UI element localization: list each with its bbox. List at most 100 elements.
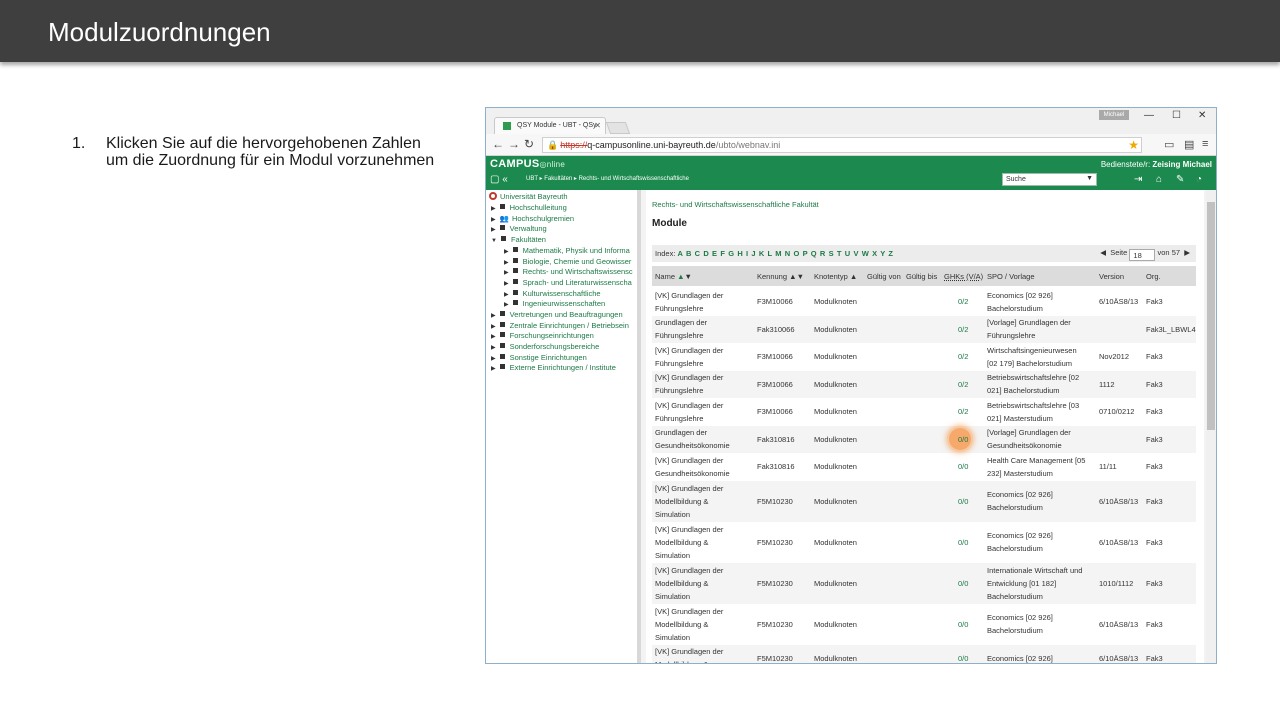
module-name-line[interactable]: [VK] Grundlagen der <box>655 454 723 467</box>
tree-item[interactable]: ▶ Zentrale Einrichtungen / Betriebsein <box>491 321 629 330</box>
expand-icon[interactable]: ▶ <box>491 345 496 351</box>
module-name-line[interactable]: Modellbildung & <box>655 658 708 663</box>
tree-item[interactable]: ▶ Vertretungen und Beauftragungen <box>491 310 623 319</box>
bookmarks-icon[interactable]: ▤ <box>1184 138 1194 151</box>
col-kennung[interactable]: Kennung ▲▼ <box>757 272 804 281</box>
profile-badge[interactable]: Michael <box>1099 110 1129 120</box>
ghk-link[interactable]: 0/0 <box>958 433 968 446</box>
tree-item[interactable]: ▶ Sprach- und Literaturwissenscha <box>504 278 632 287</box>
tree-item[interactable]: ▼ Fakultäten <box>491 235 546 244</box>
module-name-line[interactable]: Modellbildung & <box>655 536 708 549</box>
bookmark-star-icon[interactable]: ★ <box>1128 138 1139 152</box>
col-ghks[interactable]: GHKs (V/A) <box>944 272 983 281</box>
module-name-line[interactable]: Führungslehre <box>655 302 703 315</box>
forward-icon[interactable]: → <box>508 137 520 151</box>
tree-item[interactable]: ▶ Hochschulleitung <box>491 203 567 212</box>
dashboard-icon[interactable]: ◔ <box>1196 174 1202 185</box>
ghk-link[interactable]: 0/2 <box>958 323 968 336</box>
menu-icon[interactable]: ≡ <box>1202 138 1208 150</box>
module-name-line[interactable]: Gesundheitsökonomie <box>655 439 730 452</box>
prev-page-icon[interactable]: ◀ <box>1100 248 1106 257</box>
edit-icon[interactable]: ✎ <box>1176 174 1184 185</box>
maximize-icon[interactable]: ☐ <box>1172 110 1181 121</box>
module-name-line[interactable]: Führungslehre <box>655 329 703 342</box>
tree-item[interactable]: ▶ 👥 Hochschulgremien <box>491 214 574 223</box>
back-icon[interactable]: ← <box>492 137 504 151</box>
ghk-link[interactable]: 0/2 <box>958 295 968 308</box>
square-icon[interactable]: ▢ <box>490 174 499 185</box>
module-name-line[interactable]: Grundlagen der <box>655 426 707 439</box>
col-gueltig-von[interactable]: Gültig von <box>867 272 901 281</box>
expand-icon[interactable]: ▶ <box>491 324 496 330</box>
ghk-link[interactable]: 0/0 <box>958 577 968 590</box>
tree-item[interactable]: ▶ Verwaltung <box>491 224 547 233</box>
col-org[interactable]: Org. <box>1146 272 1161 281</box>
tree-item[interactable]: ▶ Mathematik, Physik und Informa <box>504 246 630 255</box>
minimize-icon[interactable]: — <box>1144 110 1154 121</box>
expand-icon[interactable]: ▶ <box>504 270 509 276</box>
vertical-scrollbar[interactable] <box>1206 190 1216 663</box>
expand-icon[interactable]: ▶ <box>491 217 496 223</box>
module-name-line[interactable]: Führungslehre <box>655 357 703 370</box>
col-knotentyp[interactable]: Knotentyp ▲ <box>814 272 857 281</box>
sort-asc-icon[interactable]: ▲ <box>677 272 684 281</box>
expand-icon[interactable]: ▶ <box>491 313 496 319</box>
module-name-line[interactable]: [VK] Grundlagen der <box>655 605 723 618</box>
ghk-link[interactable]: 0/0 <box>958 495 968 508</box>
expand-icon[interactable]: ▶ <box>504 292 509 298</box>
expand-icon[interactable]: ▶ <box>491 206 496 212</box>
tree-item[interactable]: ▶ Rechts- und Wirtschaftswissensc <box>504 267 633 276</box>
tree-root[interactable]: Universität Bayreuth <box>489 192 568 201</box>
filter-icon[interactable]: ▼ <box>797 272 804 281</box>
cast-icon[interactable]: ▭ <box>1164 138 1174 151</box>
module-name-line[interactable]: Modellbildung & <box>655 495 708 508</box>
filter-icon[interactable]: ▼ <box>685 272 692 281</box>
scroll-thumb[interactable] <box>1207 202 1215 430</box>
logout-icon[interactable]: ⇥ <box>1134 174 1142 185</box>
ghk-link[interactable]: 0/2 <box>958 405 968 418</box>
ghk-link[interactable]: 0/2 <box>958 350 968 363</box>
module-name-line[interactable]: Simulation <box>655 549 690 562</box>
sort-icon[interactable]: ▲ <box>789 272 796 281</box>
module-name-line[interactable]: Modellbildung & <box>655 577 708 590</box>
collapse-icon[interactable]: « <box>502 174 508 185</box>
tree-item[interactable]: ▶ Sonderforschungsbereiche <box>491 342 599 351</box>
module-name-line[interactable]: [VK] Grundlagen der <box>655 523 723 536</box>
tree-item[interactable]: ▶ Kulturwissenschaftliche <box>504 289 601 298</box>
expand-icon[interactable]: ▶ <box>491 227 496 233</box>
ghk-link[interactable]: 0/0 <box>958 652 968 663</box>
expand-icon[interactable]: ▶ <box>491 334 496 340</box>
sort-icon[interactable]: ▲ <box>850 272 857 281</box>
module-name-line[interactable]: [VK] Grundlagen der <box>655 482 723 495</box>
col-version[interactable]: Version <box>1099 272 1124 281</box>
new-tab-button[interactable] <box>605 122 631 134</box>
address-bar[interactable]: 🔒 https://q-campusonline.uni-bayreuth.de/… <box>542 137 1142 153</box>
ghk-link[interactable]: 0/0 <box>958 618 968 631</box>
browser-tab[interactable]: QSY Module - UBT - QSy ✕ <box>494 117 606 134</box>
col-name[interactable]: Name ▲▼ <box>655 272 692 281</box>
index-letters[interactable]: A B C D E F G H I J K L M N O P Q R S T … <box>678 249 894 258</box>
expand-icon[interactable]: ▶ <box>491 356 496 362</box>
module-name-line[interactable]: Gesundheitsökonomie <box>655 467 730 480</box>
close-tab-icon[interactable]: ✕ <box>594 121 601 130</box>
col-spo[interactable]: SPO / Vorlage <box>987 272 1035 281</box>
tree-item[interactable]: ▶ Externe Einrichtungen / Institute <box>491 363 616 372</box>
ghk-link[interactable]: 0/0 <box>958 536 968 549</box>
expand-icon[interactable]: ▶ <box>504 281 509 287</box>
next-page-icon[interactable]: ▶ <box>1184 248 1190 257</box>
module-name-line[interactable]: Modellbildung & <box>655 618 708 631</box>
expand-icon[interactable]: ▶ <box>504 249 509 255</box>
module-name-line[interactable]: [VK] Grundlagen der <box>655 344 723 357</box>
expand-icon[interactable]: ▶ <box>504 302 509 308</box>
module-name-line[interactable]: [VK] Grundlagen der <box>655 564 723 577</box>
module-name-line[interactable]: [VK] Grundlagen der <box>655 371 723 384</box>
search-select[interactable]: Suche ▼ <box>1002 173 1097 186</box>
module-name-line[interactable]: Führungslehre <box>655 384 703 397</box>
expand-icon[interactable]: ▶ <box>491 366 496 372</box>
module-name-line[interactable]: [VK] Grundlagen der <box>655 399 723 412</box>
campus-logo[interactable]: CAMPUS◎nline <box>490 158 565 170</box>
campus-breadcrumb[interactable]: UBT ▸ Fakultäten ▸ Rechts- und Wirtschaf… <box>526 175 689 182</box>
tree-item[interactable]: ▶ Ingenieurwissenschaften <box>504 299 605 308</box>
module-name-line[interactable]: Führungslehre <box>655 412 703 425</box>
tree-item[interactable]: ▶ Biologie, Chemie und Geowisser <box>504 257 631 266</box>
